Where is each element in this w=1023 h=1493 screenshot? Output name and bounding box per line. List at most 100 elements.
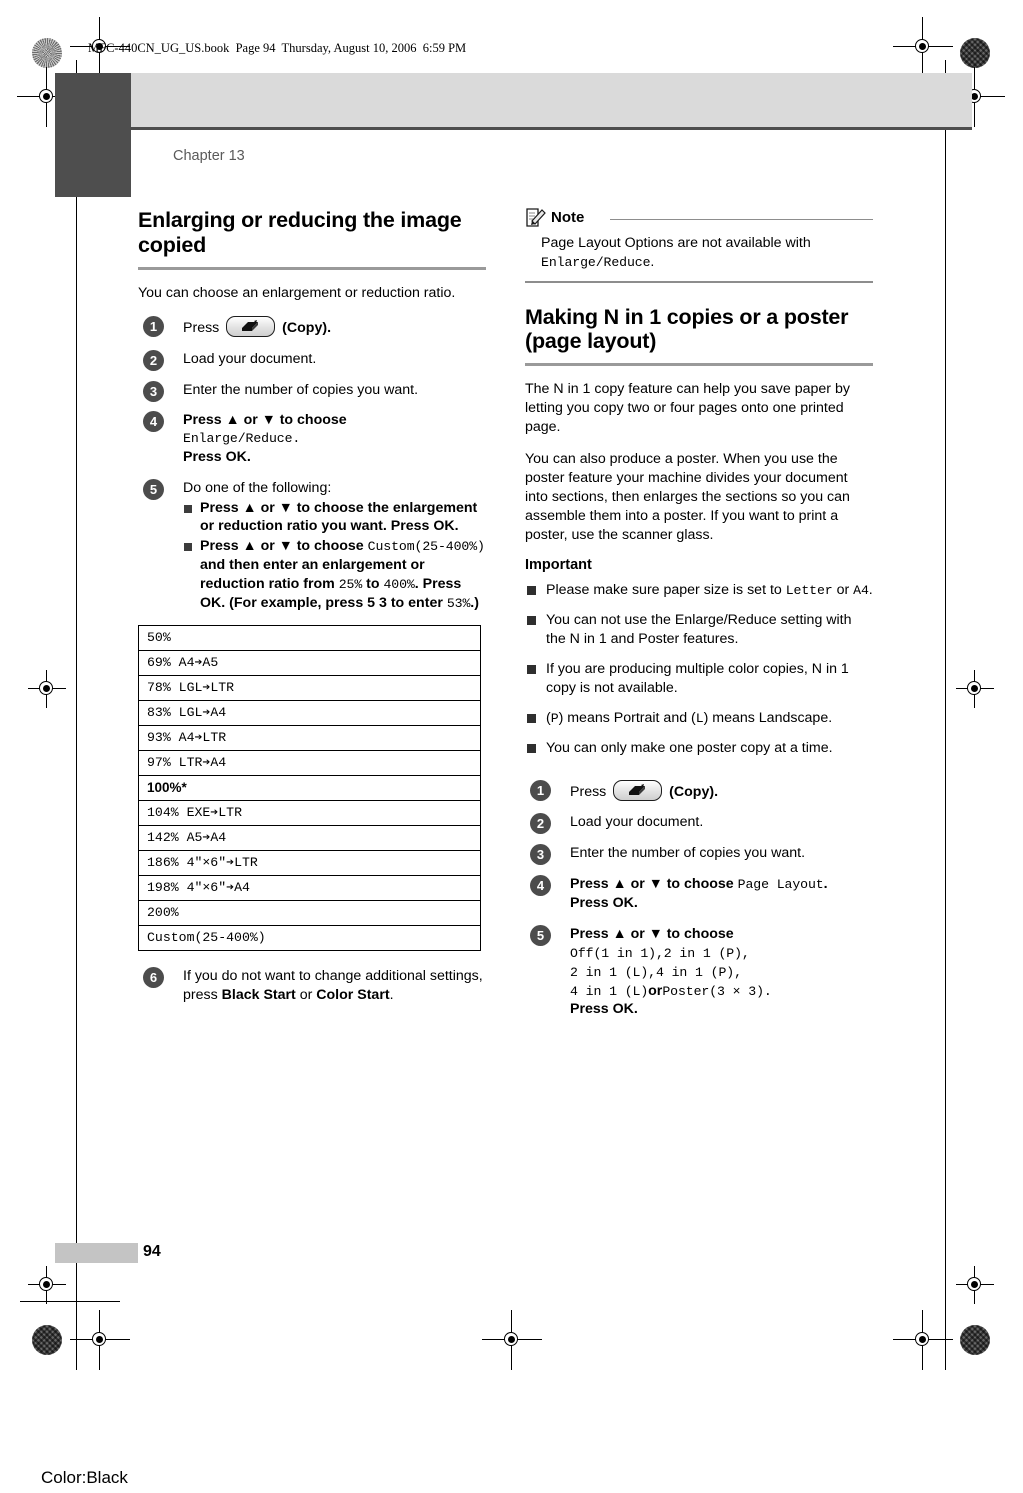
step-line-b: . (823, 876, 828, 893)
document-page: MFC-440CN_UG_US.book Page 94 Thursday, A… (0, 0, 1023, 1493)
crop-mark-lower-right-inner (956, 1266, 994, 1304)
sub-text-c: to (362, 576, 384, 593)
lcd-value-portrait: P (550, 710, 559, 726)
step-number: 2 (530, 813, 551, 835)
intro-paragraph: You can choose an enlargement or reducti… (138, 284, 456, 301)
sub-text-a: Press ▲ or ▼ to choose (200, 538, 368, 555)
color-separation-mark: Color:Black (41, 1468, 128, 1487)
step-number: 4 (143, 411, 164, 433)
ratio-cell: 104% EXE➔LTR (138, 799, 481, 826)
ratio-cell: 186% 4"×6"➔LTR (138, 849, 481, 876)
square-bullet-icon (184, 543, 192, 552)
numeric-keys: 5 3 (367, 594, 387, 611)
lcd-value-2in1-l: 2 in 1 (L), (570, 964, 656, 980)
footer-band (55, 1243, 138, 1263)
table-row: 50% (138, 624, 481, 651)
lcd-value-example: 53% (446, 595, 471, 611)
table-row: 78% LGL➔LTR (138, 674, 481, 701)
ratio-cell: Custom(25-400%) (138, 924, 481, 951)
step-4: 4 Press ▲ or ▼ to choose Enlarge/Reduce.… (138, 411, 486, 466)
ratio-cell-default: 100%* (138, 774, 481, 801)
table-row: 104% EXE➔LTR (138, 799, 481, 826)
table-row: 83% LGL➔A4 (138, 699, 481, 726)
lcd-value-landscape: L (695, 710, 704, 726)
crop-mark-bottom-right (893, 1310, 953, 1370)
right-column: Note Page Layout Options are not availab… (525, 208, 873, 1031)
press-label: Press (570, 1001, 613, 1018)
ratio-table: 50% 69% A4➔A5 78% LGL➔LTR 83% LGL➔A4 93%… (138, 624, 481, 951)
step-number: 4 (530, 875, 551, 897)
ratio-cell: 50% (138, 624, 481, 651)
ok-key-label: OK (612, 1001, 634, 1018)
lcd-value-custom: Custom(25-400%) (367, 539, 485, 555)
registration-maze-bottom-right (960, 1325, 990, 1355)
step-number: 3 (143, 380, 164, 402)
ratio-cell: 200% (138, 899, 481, 926)
step-line-1: Press ▲ or ▼ to choose (570, 925, 734, 942)
period: . (633, 1001, 638, 1018)
bullet-text-c: . (868, 582, 873, 599)
press-label: Press (183, 448, 226, 465)
step-3: 3 Enter the number of copies you want. (138, 380, 486, 402)
lcd-value-off: Off(1 in 1), (570, 945, 664, 961)
left-column: Enlarging or reducing the image copied Y… (138, 208, 486, 1017)
chapter-tab (55, 73, 131, 197)
square-bullet-icon (527, 713, 536, 723)
step-number: 2 (143, 349, 164, 371)
note-box: Note Page Layout Options are not availab… (525, 208, 873, 283)
step-number: 5 (143, 478, 164, 500)
important-bullet-5: You can only make one poster copy at a t… (525, 739, 873, 758)
crop-mark-top-right (893, 17, 953, 77)
table-row: 198% 4"×6"➔A4 (138, 874, 481, 901)
step-text-post: (Copy). (282, 319, 332, 336)
paragraph-poster: You can also produce a poster. When you … (525, 451, 850, 543)
table-row: 142% A5➔A4 (138, 824, 481, 851)
black-start-key-label: Black Start (221, 986, 296, 1003)
poster-step-1: 1 Press (Copy). (525, 779, 873, 802)
copy-button-icon[interactable] (613, 779, 663, 801)
copy-button-icon[interactable] (226, 315, 276, 337)
section-rule (525, 363, 873, 367)
lcd-value-poster: Poster(3 × 3). (662, 983, 772, 999)
lcd-value-max: 400% (383, 577, 415, 593)
square-bullet-icon (527, 616, 536, 626)
sub-text-e: . (For example, press (221, 594, 368, 611)
step-text: Enter the number of copies you want. (183, 381, 419, 398)
lcd-value-enlarge-reduce: Enlarge/Reduce. (183, 431, 301, 447)
table-row: 200% (138, 899, 481, 926)
sub-bullet-2: Press ▲ or ▼ to choose Custom(25-400%) a… (183, 537, 486, 613)
ratio-cell: 198% 4"×6"➔A4 (138, 874, 481, 901)
poster-step-3: 3 Enter the number of copies you want. (525, 844, 873, 866)
note-title: Note (551, 209, 585, 226)
sub-bullet-1: Press ▲ or ▼ to choose the enlargement o… (183, 499, 486, 537)
registration-maze-top-right (960, 38, 990, 68)
poster-step-2: 2 Load your document. (525, 813, 873, 835)
page-number: 94 (143, 1243, 161, 1260)
bullet-text-b: or (832, 582, 854, 599)
header-band (131, 73, 972, 127)
note-footer-rule (525, 280, 873, 283)
step-number: 5 (530, 924, 551, 946)
paragraph-n-in-1: The N in 1 copy feature can help you sav… (525, 381, 850, 436)
table-row: 97% LTR➔A4 (138, 749, 481, 776)
ok-key-label: OK (433, 518, 455, 535)
step-number: 1 (530, 779, 551, 801)
chapter-label: Chapter 13 (173, 148, 245, 164)
step-1: 1 Press (Copy). (138, 315, 486, 338)
section-title-enlarge-reduce: Enlarging or reducing the image copied (138, 208, 462, 257)
sub-text-b: . (454, 518, 459, 535)
table-row: 100%* (138, 774, 481, 801)
color-start-key-label: Color Start (316, 986, 390, 1003)
square-bullet-icon (527, 586, 536, 596)
step-text: Enter the number of copies you want. (570, 845, 806, 862)
ratio-cell: 83% LGL➔A4 (138, 699, 481, 726)
table-row: 93% A4➔LTR (138, 724, 481, 751)
important-bullet-2: You can not use the Enlarge/Reduce setti… (525, 611, 873, 649)
sub-text-g: .) (470, 594, 479, 611)
step-text-pre: Press (183, 319, 220, 336)
note-rule (610, 219, 873, 221)
step-5: 5 Do one of the following: Press ▲ or ▼ … (138, 478, 486, 613)
step-2: 2 Load your document. (138, 349, 486, 371)
lcd-value-2in1-p: 2 in 1 (P), (663, 945, 750, 961)
sub-text-d: . Press (414, 576, 462, 593)
